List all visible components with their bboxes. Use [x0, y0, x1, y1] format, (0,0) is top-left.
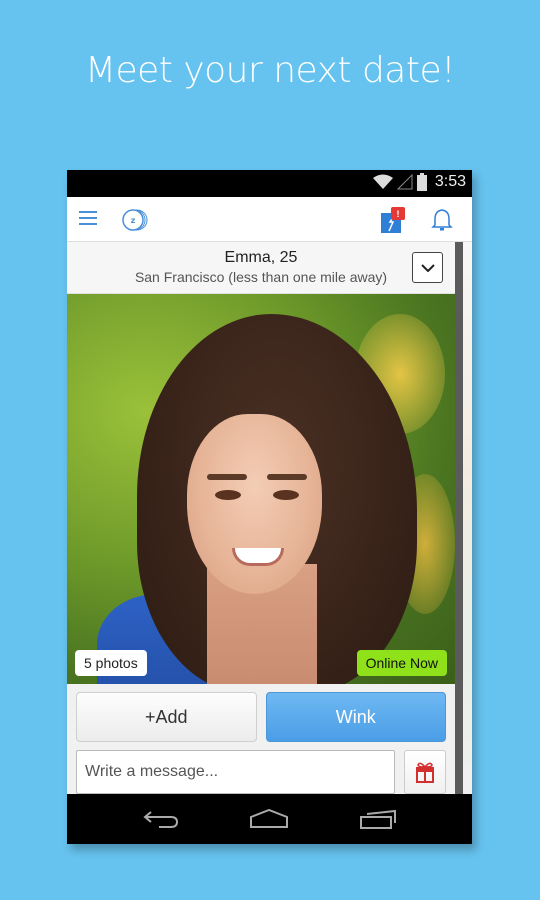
profile-photo[interactable]: 5 photos Online Now — [67, 294, 455, 684]
home-button[interactable] — [249, 807, 289, 831]
profile-header: Emma, 25 San Francisco (less than one mi… — [67, 242, 455, 294]
next-profile-peek[interactable] — [463, 242, 472, 794]
app-bar: z ! — [67, 197, 472, 242]
online-status-badge: Online Now — [356, 650, 447, 676]
status-time: 3:53 — [434, 173, 466, 190]
status-bar: 3:53 — [67, 170, 472, 197]
profile-location: San Francisco (less than one mile away) — [134, 269, 388, 285]
svg-text:z: z — [131, 216, 136, 225]
recent-apps-icon — [359, 809, 396, 829]
notification-badge: ! — [397, 209, 400, 219]
photos-count-badge[interactable]: 5 photos — [75, 650, 147, 676]
gift-icon — [416, 762, 434, 783]
notification-flash-icon[interactable]: ! — [381, 207, 405, 233]
chevron-down-icon — [420, 263, 435, 272]
phone-frame: 3:53 z ! Emma, 25 San Francisco (less th… — [67, 170, 472, 844]
profile-name: Emma, 25 — [224, 249, 298, 266]
wifi-icon — [372, 174, 393, 189]
bell-icon[interactable] — [431, 208, 453, 232]
wink-button[interactable]: Wink — [265, 692, 446, 742]
profile-options-dropdown[interactable] — [412, 252, 443, 283]
recent-apps-button[interactable] — [358, 807, 398, 831]
scrollbar[interactable] — [455, 242, 463, 794]
app-logo-icon[interactable]: z — [121, 208, 149, 232]
navigation-bar — [67, 794, 472, 844]
back-button[interactable] — [141, 807, 181, 831]
profile-card: Emma, 25 San Francisco (less than one mi… — [67, 242, 455, 794]
add-button[interactable]: +Add — [76, 692, 257, 742]
gift-button[interactable] — [404, 750, 446, 794]
menu-icon[interactable] — [79, 211, 97, 225]
signal-icon — [396, 174, 413, 190]
back-icon — [143, 811, 179, 828]
headline: Meet your next date! — [84, 50, 456, 91]
home-icon — [250, 809, 289, 828]
message-input[interactable] — [76, 750, 395, 794]
battery-icon — [416, 173, 427, 191]
